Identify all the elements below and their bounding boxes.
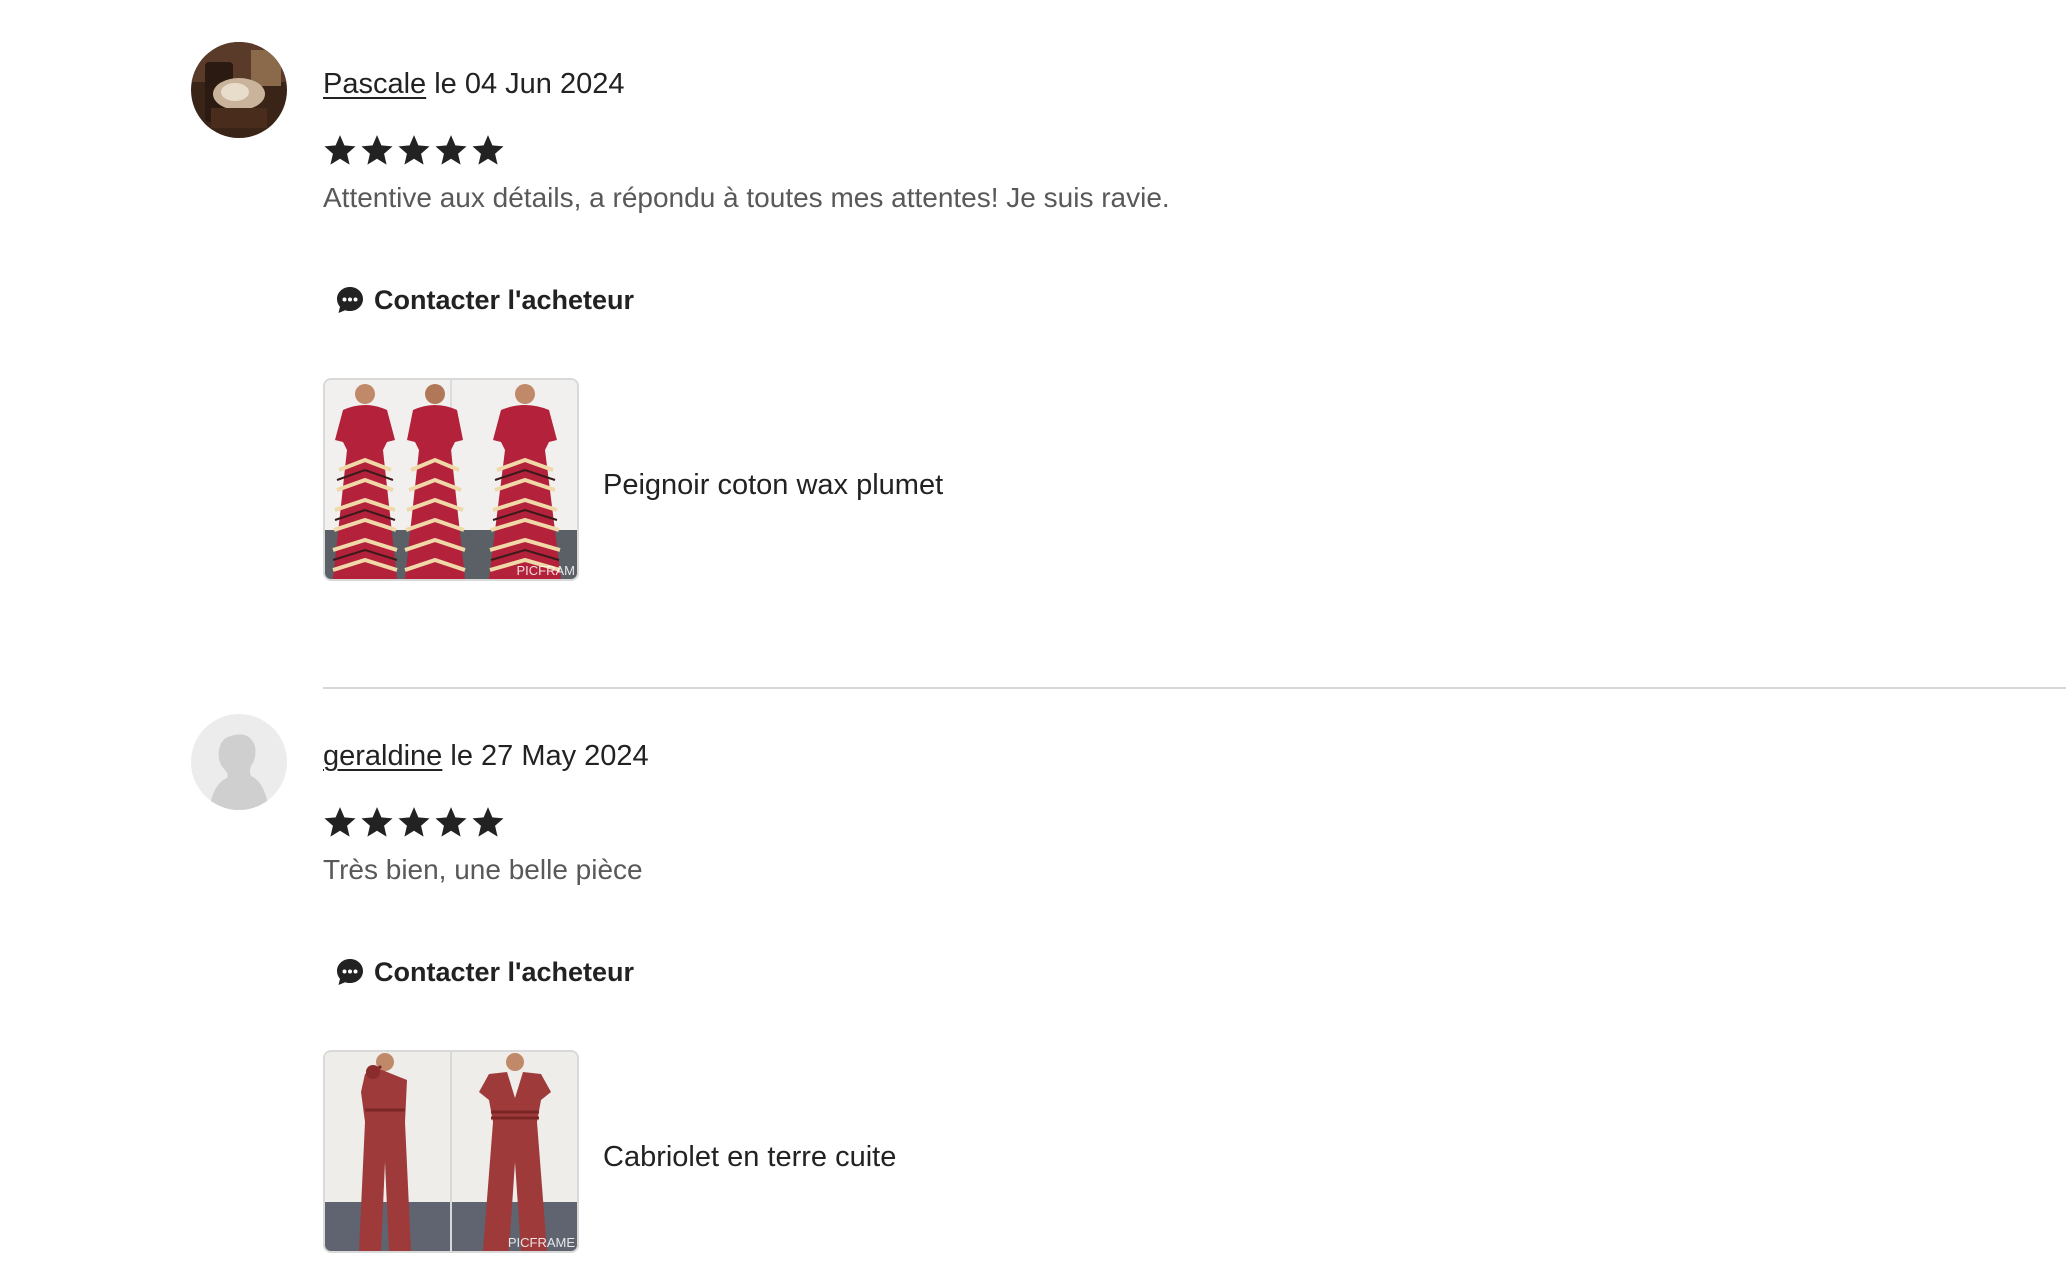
thumbnail-watermark: PICFRAM <box>517 563 576 578</box>
item-title-link[interactable]: Cabriolet en terre cuite <box>603 1137 896 1177</box>
contact-buyer-label: Contacter l'acheteur <box>374 956 634 987</box>
contact-buyer-button[interactable]: Contacter l'acheteur <box>334 956 634 988</box>
star-icon <box>471 133 505 167</box>
chat-bubble-icon <box>334 284 366 316</box>
review-text: Très bien, une belle pièce <box>323 854 643 885</box>
chat-bubble-icon <box>334 956 366 988</box>
reviewer-name-link[interactable]: Pascale <box>323 68 426 100</box>
star-rating <box>323 805 505 839</box>
review-byline: Pascale le 04 Jun 2024 <box>323 64 625 104</box>
thumbnail-watermark: PICFRAME <box>508 1235 576 1250</box>
reviewer-name-link[interactable]: geraldine <box>323 740 442 772</box>
star-icon <box>434 133 468 167</box>
review-date: le 27 May 2024 <box>450 740 649 772</box>
star-icon <box>323 133 357 167</box>
star-icon <box>397 133 431 167</box>
reviewer-avatar[interactable] <box>191 714 287 810</box>
star-rating <box>323 133 505 167</box>
item-title-link[interactable]: Peignoir coton wax plumet <box>603 465 943 505</box>
review-text: Attentive aux détails, a répondu à toute… <box>323 182 1170 213</box>
star-icon <box>397 805 431 839</box>
item-thumbnail[interactable]: PICFRAM <box>323 378 579 581</box>
star-icon <box>360 805 394 839</box>
star-icon <box>323 805 357 839</box>
review-divider <box>323 687 2066 689</box>
star-icon <box>434 805 468 839</box>
item-thumbnail[interactable]: PICFRAME <box>323 1050 579 1253</box>
review-date: le 04 Jun 2024 <box>434 68 625 100</box>
contact-buyer-label: Contacter l'acheteur <box>374 284 634 315</box>
review-byline: geraldine le 27 May 2024 <box>323 736 649 776</box>
star-icon <box>360 133 394 167</box>
contact-buyer-button[interactable]: Contacter l'acheteur <box>334 284 634 316</box>
reviewer-avatar[interactable] <box>191 42 287 138</box>
star-icon <box>471 805 505 839</box>
